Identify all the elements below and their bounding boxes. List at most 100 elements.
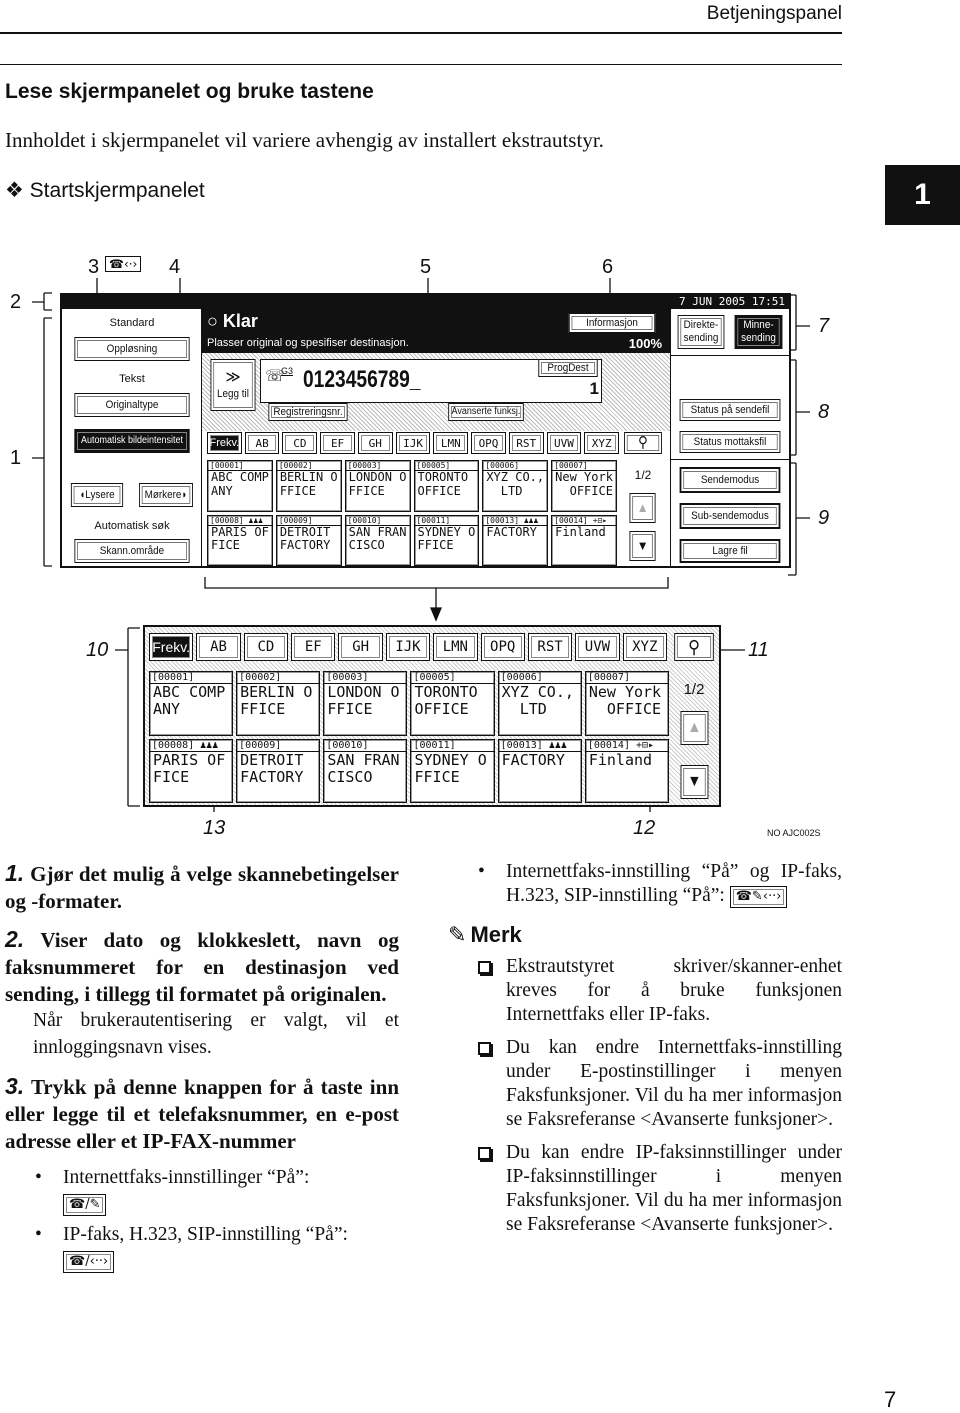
- destination-id: [00014] +⊟▸: [585, 740, 668, 752]
- destination-name: SYDNEY O FFICE: [414, 750, 487, 786]
- destination-key[interactable]: [00008] ♟♟♟ PARIS OF FICE: [207, 514, 273, 566]
- destination-key[interactable]: [00010] SAN FRAN CISCO: [323, 738, 408, 803]
- page-up-button[interactable]: ▲: [629, 493, 657, 523]
- darker-button[interactable]: Mørkere◗: [139, 483, 193, 507]
- tab-lmn[interactable]: LMN: [433, 633, 478, 661]
- destination-name: DETROIT FACTORY: [279, 524, 331, 553]
- tab-opq[interactable]: OPQ: [480, 633, 525, 661]
- progdest-button[interactable]: ProgDest: [538, 359, 598, 377]
- destination-key[interactable]: [00001] ABC COMP ANY: [207, 460, 273, 512]
- send-file-status-button[interactable]: Status på sendefil: [679, 399, 781, 421]
- tab-ijk[interactable]: IJK: [395, 432, 431, 454]
- destination-key[interactable]: [00002] BERLIN O FFICE: [275, 460, 342, 512]
- sub-send-mode-button[interactable]: Sub-sendemodus: [679, 503, 781, 529]
- destination-name: Finland: [555, 524, 606, 539]
- tab-ab[interactable]: AB: [244, 432, 280, 454]
- destination-id: [00014] +⊟▸: [552, 516, 616, 526]
- scale-percent: 100%: [628, 336, 662, 351]
- destination-key[interactable]: [00009] DETROIT FACTORY: [275, 514, 342, 566]
- tab-uvw[interactable]: UVW: [546, 432, 582, 454]
- destination-key[interactable]: [00010] SAN FRAN CISCO: [344, 514, 411, 566]
- scan-area-button[interactable]: Skann.område: [74, 539, 190, 563]
- information-button[interactable]: Informasjon: [568, 313, 656, 333]
- destination-name: SAN FRAN CISCO: [327, 750, 400, 786]
- index-tabs: Frekv. AB CD EF GH IJK LMN OPQ RST UVW XYZ: [149, 633, 667, 661]
- legend-right-column: Internettfaks-innstilling “På” og IP-fak…: [448, 860, 842, 1237]
- memory-send-button[interactable]: Minne- sending: [734, 315, 783, 349]
- tab-ijk[interactable]: IJK: [385, 633, 431, 661]
- destination-name: New York OFFICE: [588, 683, 662, 719]
- standard-label: Standard: [109, 317, 155, 329]
- destination-name: BERLIN O FFICE: [279, 470, 338, 498]
- tab-ef[interactable]: EF: [291, 633, 336, 661]
- tab-ef[interactable]: EF: [320, 432, 355, 454]
- destination-key[interactable]: [00002] BERLIN O FFICE: [236, 671, 321, 736]
- fax-number: 0123456789_: [303, 366, 421, 393]
- destination-name: XYZ CO., LTD: [486, 470, 545, 498]
- tab-opq[interactable]: OPQ: [471, 432, 506, 454]
- tab-gh[interactable]: GH: [357, 432, 393, 454]
- tab-xyz[interactable]: XYZ: [622, 633, 667, 661]
- search-button[interactable]: ⚲: [624, 432, 662, 454]
- tab-gh[interactable]: GH: [338, 633, 383, 661]
- destination-key[interactable]: [00013] ♟♟♟ FACTORY: [482, 514, 549, 566]
- page-down-button[interactable]: ▼: [680, 765, 708, 799]
- destination-key[interactable]: [00005] TORONTO OFFICE: [413, 460, 480, 512]
- destination-name: BERLIN O FFICE: [240, 683, 313, 719]
- send-mode-button[interactable]: Sendemodus: [679, 467, 781, 493]
- destination-key[interactable]: [00007] New York OFFICE: [551, 460, 617, 512]
- destination-key[interactable]: [00014] +⊟▸ Finland: [584, 738, 669, 803]
- auto-density-button[interactable]: Automatisk bildeintensitet: [74, 429, 190, 453]
- destination-key[interactable]: [00003] LONDON O FFICE: [344, 460, 411, 512]
- tab-rst[interactable]: RST: [508, 432, 544, 454]
- destination-name: TORONTO OFFICE: [417, 470, 469, 498]
- destination-key[interactable]: [00003] LONDON O FFICE: [323, 671, 408, 736]
- destination-key[interactable]: [00011] SYDNEY O FFICE: [410, 738, 495, 803]
- destination-key[interactable]: [00006] XYZ CO., LTD: [497, 671, 582, 736]
- receive-file-status-button[interactable]: Status mottaksfil: [679, 431, 781, 453]
- destination-name: SAN FRAN CISCO: [348, 524, 407, 553]
- search-button[interactable]: ⚲: [674, 633, 714, 661]
- tab-cd[interactable]: CD: [282, 432, 318, 454]
- tab-xyz[interactable]: XYZ: [584, 432, 620, 454]
- auto-search-label: Automatisk søk: [94, 520, 170, 532]
- add-button[interactable]: ≫ Legg til: [210, 359, 256, 411]
- tab-frekv[interactable]: Frekv.: [207, 432, 242, 454]
- direct-send-button[interactable]: Direkte- sending: [677, 315, 725, 349]
- note-item: Ekstrautstyret skriver/skanner-enhet kre…: [478, 955, 842, 1027]
- both-fax-key-icon: ☎✎‹··›: [729, 885, 788, 908]
- resolution-button[interactable]: Oppløsning: [74, 337, 190, 361]
- page-up-button[interactable]: ▲: [680, 711, 708, 745]
- destination-key[interactable]: [00011] SYDNEY O FFICE: [413, 514, 480, 566]
- magnifier-icon: ⚲: [688, 636, 700, 657]
- registration-number-button[interactable]: Registreringsnr.: [268, 403, 348, 421]
- lighter-button[interactable]: ◖Lysere: [70, 483, 124, 507]
- destination-key[interactable]: [00006] XYZ CO., LTD: [482, 460, 549, 512]
- destination-id: [00010]: [324, 740, 407, 752]
- divider: [670, 355, 789, 356]
- page-number: 7: [884, 1387, 897, 1412]
- destination-key[interactable]: [00005] TORONTO OFFICE: [410, 671, 495, 736]
- tab-ab[interactable]: AB: [196, 633, 241, 661]
- original-type-button[interactable]: Originaltype: [74, 393, 190, 417]
- destination-key[interactable]: [00014] +⊟▸ Finland: [551, 514, 617, 566]
- tab-frekv[interactable]: Frekv.: [149, 633, 194, 661]
- destination-name: Finland: [588, 750, 653, 769]
- tab-rst[interactable]: RST: [527, 633, 573, 661]
- divider: [670, 309, 671, 567]
- tab-cd[interactable]: CD: [243, 633, 289, 661]
- destination-id: [00008] ♟♟♟: [208, 516, 272, 526]
- destination-key[interactable]: [00013] ♟♟♟ FACTORY: [497, 738, 582, 803]
- tab-lmn[interactable]: LMN: [433, 432, 469, 454]
- note-item: Du kan endre Internettfaks-innstilling u…: [478, 1036, 842, 1132]
- advanced-functions-button[interactable]: Avanserte funksj.: [448, 403, 524, 421]
- destination-key[interactable]: [00007] New York OFFICE: [584, 671, 669, 736]
- destination-key[interactable]: [00001] ABC COMP ANY: [149, 671, 234, 736]
- store-file-button[interactable]: Lagre fil: [679, 539, 781, 563]
- page-down-button[interactable]: ▼: [629, 531, 657, 561]
- tab-uvw[interactable]: UVW: [575, 633, 620, 661]
- destination-key[interactable]: [00009] DETROIT FACTORY: [236, 738, 321, 803]
- checkbox-bullet-icon: [478, 1147, 491, 1160]
- destination-key[interactable]: [00008] ♟♟♟ PARIS OF FICE: [149, 738, 234, 803]
- destination-id: [00010]: [345, 516, 410, 526]
